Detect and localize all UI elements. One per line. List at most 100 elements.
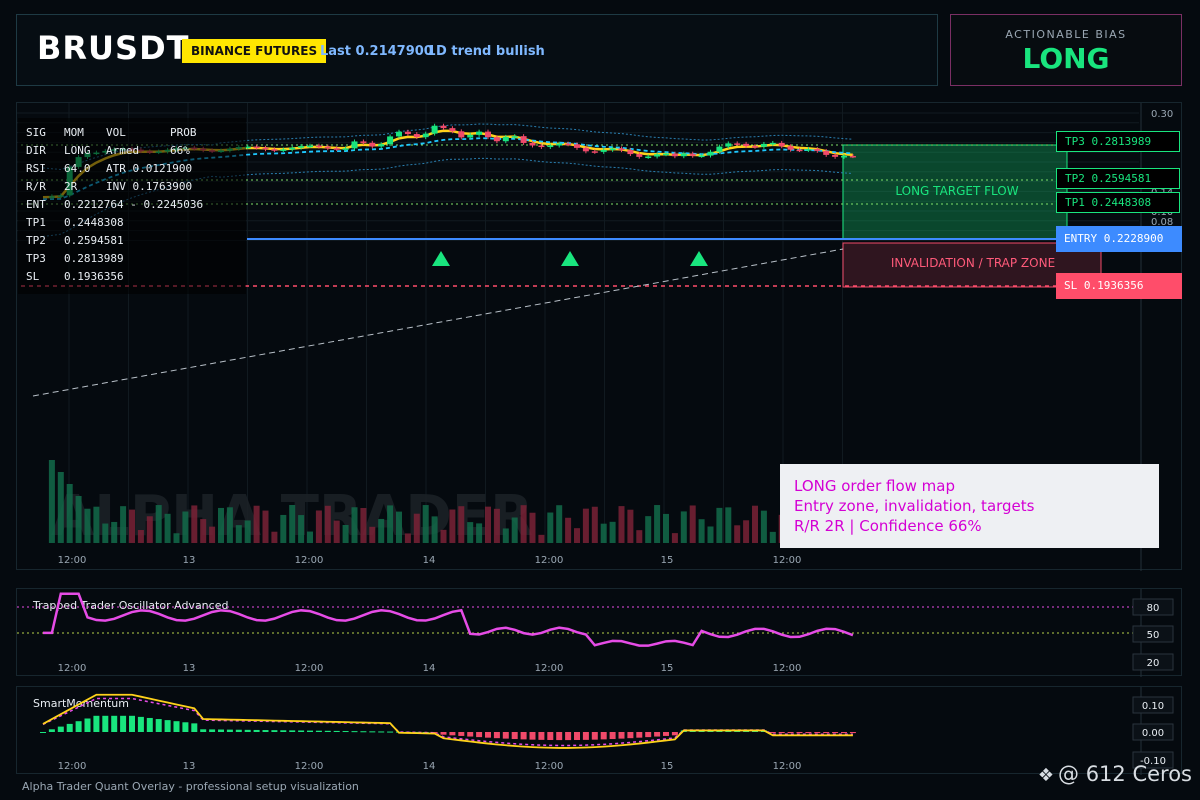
volume-bar — [57, 472, 64, 543]
momentum-bar — [538, 732, 545, 740]
momentum-bar — [235, 729, 242, 732]
momentum-bar — [244, 729, 251, 732]
momentum-bar — [520, 732, 527, 740]
volume-bar — [529, 512, 536, 543]
momentum-bar — [48, 729, 55, 732]
volume-bar — [502, 528, 509, 543]
mom-time-label: 12:00 — [295, 761, 324, 772]
momentum-bar — [502, 732, 509, 739]
candle-body — [814, 149, 821, 151]
volume-bar — [725, 507, 732, 543]
momentum-bar — [511, 732, 518, 740]
stats-row: SIG MOM VOL PROB — [26, 124, 238, 142]
osc-time-label: 12:00 — [295, 663, 324, 674]
stats-cell: 0.2594581 — [64, 234, 124, 247]
momentum-bar — [654, 732, 661, 737]
volume-bar — [244, 520, 251, 543]
trend-status: 1D trend bullish — [427, 44, 545, 59]
candle-body — [805, 149, 812, 151]
oscillator-title: Trapped Trader Oscillator Advanced — [32, 599, 228, 612]
momentum-bar — [805, 732, 812, 734]
momentum-bar — [307, 730, 313, 732]
stats-cell: SL — [26, 270, 40, 283]
volume-bar — [476, 523, 483, 543]
momentum-bar — [565, 732, 572, 741]
candle-body — [600, 149, 607, 152]
volume-bar — [556, 505, 563, 543]
stats-cell — [178, 250, 238, 268]
volume-bar — [458, 506, 465, 543]
volume-bar — [280, 514, 287, 543]
momentum-panel[interactable]: SmartMomentum 0.10 0.00 -0.10 12:00 13 12:00 1… — [16, 686, 1183, 775]
candle-body — [752, 146, 758, 148]
candle-body — [493, 137, 500, 142]
volume-bar — [235, 525, 242, 543]
candle-body — [280, 149, 287, 151]
candle-body — [502, 136, 509, 142]
oscillator-chart[interactable]: Trapped Trader Oscillator Advanced 80 50 2… — [17, 589, 1183, 677]
stats-cell: VOL — [106, 126, 126, 139]
volume-bar — [164, 513, 171, 543]
stats-row: ENT 0.2212764 - 0.2245036 — [26, 196, 238, 214]
volume-bar — [467, 522, 474, 543]
candle-body — [734, 143, 741, 145]
bias-label: ACTIONABLE BIAS — [1005, 28, 1127, 41]
candle-body — [351, 141, 358, 149]
volume-bar — [769, 531, 776, 543]
volume-bar — [591, 506, 598, 543]
volume-bar — [262, 510, 269, 543]
momentum-bar — [645, 732, 652, 738]
volume-bar — [636, 530, 643, 543]
candle-body — [404, 131, 411, 135]
osc-time-label: 12:00 — [773, 663, 802, 674]
candle-body — [707, 151, 714, 156]
candle-body — [387, 136, 394, 145]
osc-time-label: 15 — [661, 663, 674, 674]
footer-text: Alpha Trader Quant Overlay - professiona… — [22, 780, 359, 793]
momentum-bar — [823, 732, 830, 734]
momentum-bar — [120, 715, 127, 732]
stats-cell: TP1 — [26, 216, 46, 229]
momentum-bar — [832, 732, 839, 734]
oscillator-panel[interactable]: Trapped Trader Oscillator Advanced 80 50 2… — [16, 588, 1183, 677]
time-axis-label: 15 — [661, 555, 674, 566]
stats-row: TP2 0.2594581 — [26, 232, 238, 250]
candle-body — [440, 125, 447, 129]
momentum-bar — [547, 732, 554, 741]
candle-body — [378, 144, 385, 147]
diamond-logo-icon: ❖ — [1037, 765, 1055, 786]
momentum-bar — [849, 732, 856, 734]
stats-row: TP1 0.2448308 — [26, 214, 238, 232]
stats-cell: R/R — [26, 180, 46, 193]
momentum-bar — [769, 732, 776, 734]
momentum-bar — [574, 732, 580, 741]
time-axis-label: 14 — [423, 555, 436, 566]
candle-body — [431, 125, 438, 134]
momentum-bar — [226, 729, 233, 732]
momentum-bar — [796, 732, 803, 734]
volume-bar — [609, 521, 616, 543]
volume-bar — [671, 533, 678, 543]
stats-row: RSI 64.0 ATR 0.0121900 — [26, 160, 238, 178]
osc-time-label: 13 — [183, 663, 196, 674]
momentum-chart[interactable]: SmartMomentum 0.100.00-0.1012:00 13 12:00 1… — [17, 687, 1183, 775]
volume-bar — [404, 533, 411, 543]
exchange-badge: BINANCE FUTURES — [182, 39, 327, 63]
stats-cell: SIG — [26, 126, 46, 139]
candle-body — [582, 147, 589, 152]
volume-bar — [226, 507, 233, 543]
momentum-bar — [529, 732, 536, 740]
momentum-bar — [271, 730, 278, 732]
volume-bar — [271, 531, 278, 543]
bias-value: LONG — [1022, 42, 1110, 75]
candle-body — [796, 149, 803, 152]
stats-cell: INV 0.1763900 — [106, 180, 193, 193]
stats-cell: 66% — [170, 144, 190, 157]
volume-bar — [493, 508, 500, 543]
time-axis-label: 12:00 — [535, 555, 564, 566]
momentum-bar — [164, 720, 171, 732]
volume-bar — [689, 505, 696, 543]
osc-time-label: 12:00 — [535, 663, 564, 674]
momentum-bar — [75, 721, 82, 732]
candle-body — [422, 133, 429, 138]
